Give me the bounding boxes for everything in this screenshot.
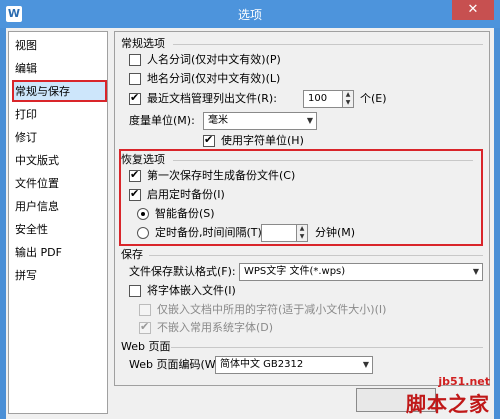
recent-docs-checkbox[interactable] bbox=[129, 91, 141, 105]
format-chevron-down-icon: ▼ bbox=[472, 267, 480, 276]
no-system-fonts-label: 不嵌入常用系统字体(D) bbox=[157, 321, 274, 334]
site-watermark: jb51.net 脚本之家 bbox=[406, 375, 490, 417]
no-system-fonts-checkbox[interactable] bbox=[139, 320, 151, 334]
web-page-heading: Web 页面 bbox=[121, 340, 171, 353]
embed-fonts-checkbox[interactable] bbox=[129, 285, 141, 297]
group-divider bbox=[173, 44, 483, 45]
measure-unit-label: 度量单位(M): bbox=[129, 114, 195, 127]
measure-unit-chevron-down-icon: ▼ bbox=[306, 116, 314, 125]
person-name-label: 人名分词(仅对中文有效)(P) bbox=[147, 53, 281, 66]
person-name-checkbox[interactable] bbox=[129, 54, 141, 66]
sidebar-item-view[interactable]: 视图 bbox=[15, 38, 37, 54]
dialog-body: 视图 编辑 常规与保存 打印 修订 中文版式 文件位置 用户信息 安全性 输出 … bbox=[6, 28, 494, 419]
sidebar-item-spelling[interactable]: 拼写 bbox=[15, 268, 37, 284]
sidebar-item-revision[interactable]: 修订 bbox=[15, 130, 37, 146]
sidebar-item-print[interactable]: 打印 bbox=[15, 107, 37, 123]
char-unit-label: 使用字符单位(H) bbox=[221, 134, 304, 147]
watermark-name: 脚本之家 bbox=[406, 392, 490, 416]
title-bar: W 选项 ✕ bbox=[0, 0, 500, 28]
sidebar-item-chinese-layout[interactable]: 中文版式 bbox=[15, 153, 59, 169]
measure-unit-select[interactable]: 毫米 bbox=[203, 112, 317, 130]
sidebar-item-edit[interactable]: 编辑 bbox=[15, 61, 37, 77]
sidebar-item-security[interactable]: 安全性 bbox=[15, 222, 48, 238]
embed-fonts-label: 将字体嵌入文件(I) bbox=[147, 284, 236, 297]
sidebar-item-user-info[interactable]: 用户信息 bbox=[15, 199, 59, 215]
web-encoding-label: Web 页面编码(W): bbox=[129, 358, 224, 371]
web-encoding-select[interactable]: 简体中文 GB2312 bbox=[215, 356, 373, 374]
general-save-panel: 常规选项 人名分词(仅对中文有效)(P) 地名分词(仅对中文有效)(L) 最近文… bbox=[114, 31, 490, 386]
save-heading: 保存 bbox=[121, 248, 143, 261]
window-title: 选项 bbox=[237, 8, 262, 22]
close-button[interactable]: ✕ bbox=[452, 0, 494, 20]
recent-docs-spinner[interactable]: ▲ ▼ bbox=[342, 90, 354, 108]
options-category-list: 视图 编辑 常规与保存 打印 修订 中文版式 文件位置 用户信息 安全性 输出 … bbox=[8, 31, 108, 414]
embed-used-chars-label: 仅嵌入文档中所用的字符(适于减小文件大小)(I) bbox=[157, 303, 387, 316]
recent-docs-label: 最近文档管理列出文件(R): bbox=[147, 92, 277, 105]
place-name-label: 地名分词(仅对中文有效)(L) bbox=[147, 72, 281, 85]
general-options-heading: 常规选项 bbox=[121, 37, 165, 50]
recovery-options-highlight bbox=[119, 149, 483, 246]
sidebar-item-general-save[interactable]: 常规与保存 bbox=[15, 84, 70, 100]
recent-docs-unit: 个(E) bbox=[360, 92, 387, 105]
group-divider bbox=[149, 255, 483, 256]
char-unit-checkbox[interactable] bbox=[203, 133, 215, 147]
recent-docs-count-input[interactable]: 100 bbox=[303, 90, 343, 108]
sidebar-item-export-pdf[interactable]: 输出 PDF bbox=[15, 245, 62, 261]
default-format-select[interactable]: WPS文字 文件(*.wps) bbox=[239, 263, 483, 281]
group-divider bbox=[171, 347, 483, 348]
place-name-checkbox[interactable] bbox=[129, 73, 141, 85]
watermark-url: jb51.net bbox=[438, 375, 490, 388]
sidebar-item-file-location[interactable]: 文件位置 bbox=[15, 176, 59, 192]
default-format-label: 文件保存默认格式(F): bbox=[129, 265, 236, 278]
encoding-chevron-down-icon: ▼ bbox=[362, 360, 370, 369]
embed-used-chars-checkbox[interactable] bbox=[139, 304, 151, 316]
